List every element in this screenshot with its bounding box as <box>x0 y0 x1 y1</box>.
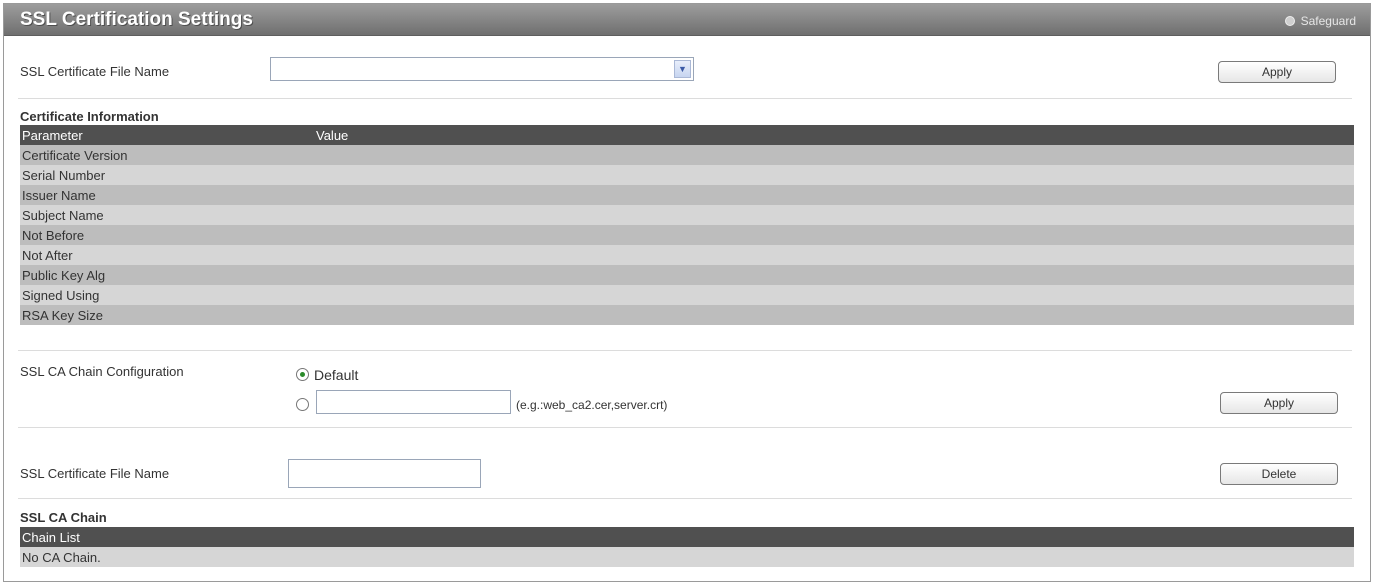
safeguard-label: Safeguard <box>1300 14 1356 28</box>
table-row: Public Key Alg <box>20 265 1354 285</box>
value-cell <box>314 185 1354 205</box>
cert-info-table: Parameter Value Certificate Version Seri… <box>20 125 1354 325</box>
param-cell: Not Before <box>20 225 314 245</box>
empty-chain-cell: No CA Chain. <box>20 547 1354 567</box>
table-row: Certificate Version <box>20 145 1354 165</box>
delete-button[interactable]: Delete <box>1220 463 1338 485</box>
cert-file-apply-button[interactable]: Apply <box>1218 61 1336 83</box>
safeguard-icon <box>1284 16 1295 26</box>
table-row: RSA Key Size <box>20 305 1354 325</box>
ca-chain-apply-button[interactable]: Apply <box>1220 392 1338 414</box>
table-row: Not After <box>20 245 1354 265</box>
value-cell <box>314 245 1354 265</box>
table-row: Signed Using <box>20 285 1354 305</box>
title-bar: SSL Certification Settings Safeguard <box>4 4 1370 36</box>
column-header-chain-list: Chain List <box>20 527 1354 547</box>
ca-chain-config-label: SSL CA Chain Configuration <box>20 364 184 379</box>
param-cell: Signed Using <box>20 285 314 305</box>
divider <box>18 98 1352 99</box>
page-title: SSL Certification Settings <box>20 9 253 30</box>
param-cell: RSA Key Size <box>20 305 314 325</box>
delete-file-input[interactable] <box>288 459 481 488</box>
value-cell <box>314 305 1354 325</box>
value-cell <box>314 285 1354 305</box>
ca-chain-title: SSL CA Chain <box>20 510 107 525</box>
table-row: No CA Chain. <box>20 547 1354 567</box>
ca-chain-table: Chain List No CA Chain. <box>20 527 1354 567</box>
default-radio[interactable] <box>296 368 309 381</box>
param-cell: Serial Number <box>20 165 314 185</box>
table-header-row: Parameter Value <box>20 125 1354 145</box>
divider <box>18 498 1352 499</box>
table-row: Subject Name <box>20 205 1354 225</box>
table-header-row: Chain List <box>20 527 1354 547</box>
param-cell: Certificate Version <box>20 145 314 165</box>
divider <box>18 427 1352 428</box>
table-row: Not Before <box>20 225 1354 245</box>
custom-chain-radio[interactable] <box>296 398 309 411</box>
safeguard-indicator: Safeguard <box>1284 14 1356 28</box>
value-cell <box>314 225 1354 245</box>
table-row: Serial Number <box>20 165 1354 185</box>
cert-info-title: Certificate Information <box>20 109 159 124</box>
value-cell <box>314 205 1354 225</box>
value-cell <box>314 145 1354 165</box>
param-cell: Subject Name <box>20 205 314 225</box>
chevron-down-icon[interactable]: ▼ <box>674 60 691 78</box>
cert-file-select[interactable]: ▼ <box>270 57 694 81</box>
cert-file-label: SSL Certificate File Name <box>20 64 170 79</box>
param-cell: Not After <box>20 245 314 265</box>
table-row: Issuer Name <box>20 185 1354 205</box>
value-cell <box>314 165 1354 185</box>
default-radio-label: Default <box>314 367 359 383</box>
param-cell: Issuer Name <box>20 185 314 205</box>
settings-panel: SSL Certification Settings Safeguard SSL… <box>3 3 1371 582</box>
value-cell <box>314 265 1354 285</box>
divider <box>18 350 1352 351</box>
column-header-value: Value <box>314 125 1354 145</box>
custom-chain-input[interactable] <box>316 390 511 414</box>
column-header-parameter: Parameter <box>20 125 314 145</box>
param-cell: Public Key Alg <box>20 265 314 285</box>
custom-chain-hint: (e.g.:web_ca2.cer,server.crt) <box>516 398 668 412</box>
delete-file-label: SSL Certificate File Name <box>20 466 170 481</box>
